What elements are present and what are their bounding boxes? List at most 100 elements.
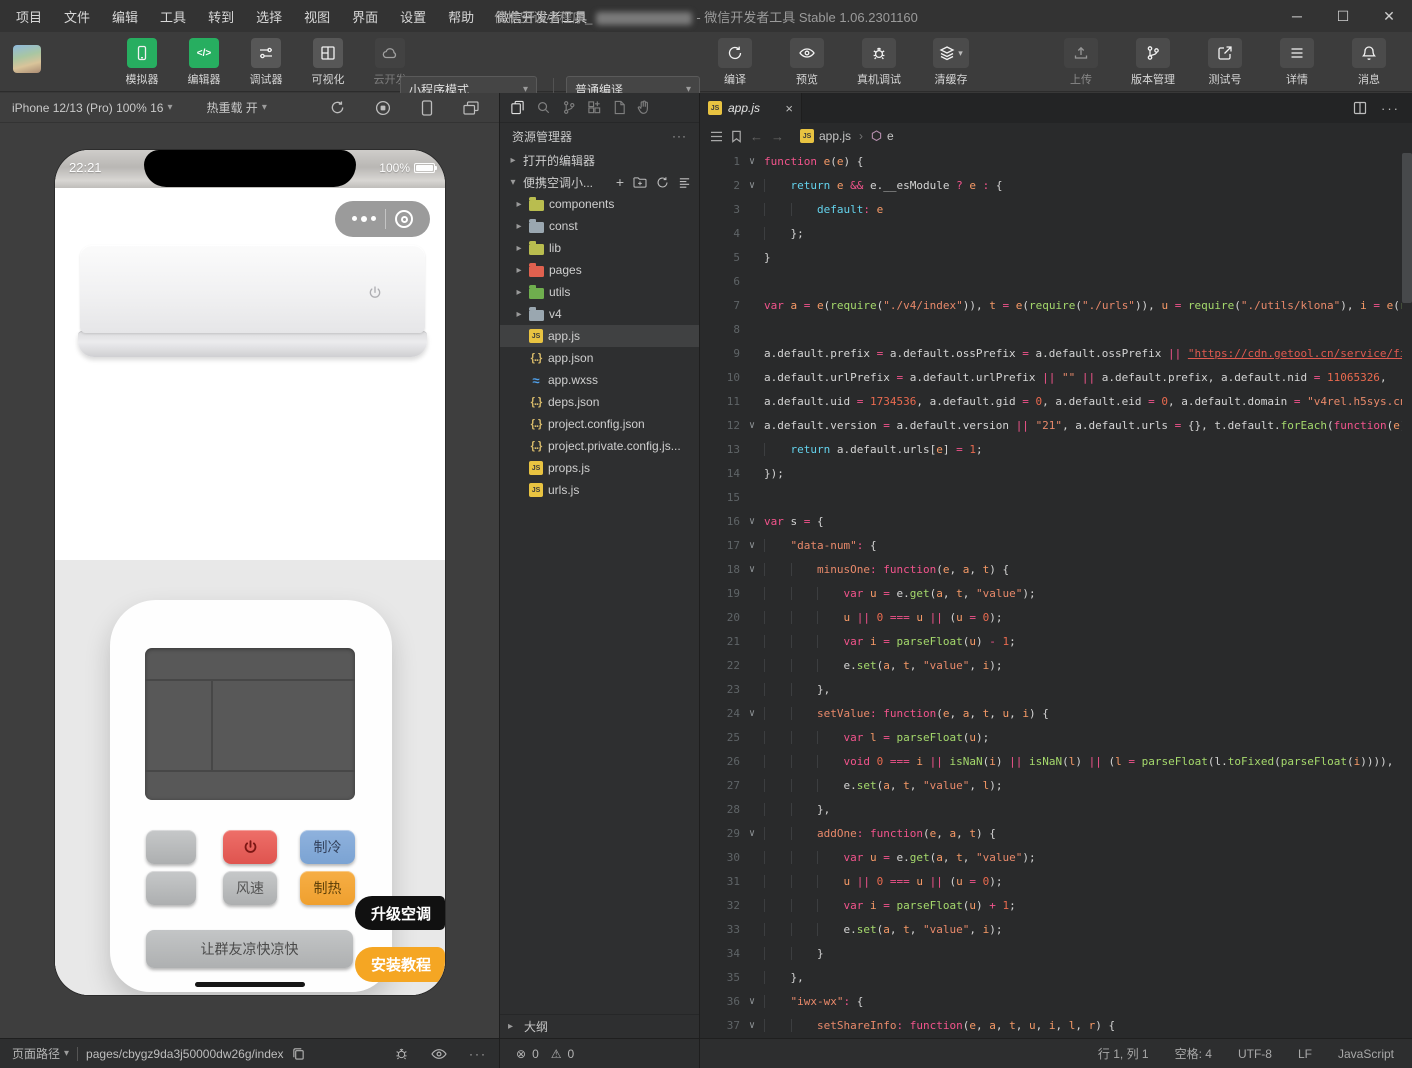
more-dots-icon[interactable]: ··· xyxy=(672,129,687,143)
breadcrumb-file[interactable]: JSapp.js xyxy=(800,129,851,143)
menu-item-项目[interactable]: 项目 xyxy=(16,7,42,26)
menu-item-转到[interactable]: 转到 xyxy=(208,7,234,26)
tree-item-pages[interactable]: ▸pages xyxy=(500,259,699,281)
power-button[interactable] xyxy=(223,830,277,864)
status-item[interactable]: LF xyxy=(1298,1047,1312,1061)
extensions-icon[interactable] xyxy=(587,100,602,115)
tree-item-urls.js[interactable]: JSurls.js xyxy=(500,479,699,501)
editor-scrollbar[interactable] xyxy=(1402,153,1412,303)
tree-item-project.config.json[interactable]: {..}project.config.json xyxy=(500,413,699,435)
user-avatar[interactable] xyxy=(13,45,41,73)
fold-chevron-icon[interactable]: ∨ xyxy=(740,180,764,191)
action-button-预览[interactable]: 预览 xyxy=(778,38,836,87)
open-editors-section[interactable]: ▸打开的编辑器 xyxy=(500,149,699,171)
code-area[interactable]: 1∨function e(e) {2∨ return e && e.__esMo… xyxy=(700,149,1402,1038)
close-button[interactable]: ✕ xyxy=(1366,0,1412,32)
heat-mode-button[interactable]: 制热 xyxy=(300,871,355,905)
close-icon[interactable]: × xyxy=(785,101,793,116)
mode-button-可视化[interactable]: 可视化 xyxy=(304,38,352,87)
close-circle-icon[interactable] xyxy=(395,210,413,228)
menu-item-选择[interactable]: 选择 xyxy=(256,7,282,26)
fold-chevron-icon[interactable]: ∨ xyxy=(740,420,764,431)
tree-item-lib[interactable]: ▸lib xyxy=(500,237,699,259)
maximize-button[interactable]: ☐ xyxy=(1320,0,1366,32)
menu-item-微信开发者工具[interactable]: 微信开发者工具 xyxy=(496,7,587,26)
fold-chevron-icon[interactable]: ∨ xyxy=(740,516,764,527)
back-arrow-icon[interactable]: ← xyxy=(750,129,763,144)
refresh-icon[interactable] xyxy=(656,176,669,189)
hot-reload-toggle[interactable]: 热重载 开▾ xyxy=(206,99,266,116)
menu-item-视图[interactable]: 视图 xyxy=(304,7,330,26)
split-editor-icon[interactable] xyxy=(1353,101,1367,115)
git-icon[interactable] xyxy=(562,100,576,115)
action-button-真机调试[interactable]: 真机调试 xyxy=(850,38,908,87)
status-item[interactable]: UTF-8 xyxy=(1238,1047,1272,1061)
blank-button-1[interactable] xyxy=(146,830,196,864)
tree-item-deps.json[interactable]: {..}deps.json xyxy=(500,391,699,413)
fold-chevron-icon[interactable]: ∨ xyxy=(740,1020,764,1031)
multi-window-icon[interactable] xyxy=(463,101,479,115)
new-file-icon[interactable]: + xyxy=(616,174,624,190)
menu-item-工具[interactable]: 工具 xyxy=(160,7,186,26)
tree-item-app.js[interactable]: JSapp.js xyxy=(500,325,699,347)
tree-item-app.json[interactable]: {..}app.json xyxy=(500,347,699,369)
outline-section[interactable]: ▸大纲 xyxy=(500,1014,699,1038)
toolbar-button-版本管理[interactable]: 版本管理 xyxy=(1124,38,1182,87)
mode-button-编辑器[interactable]: </>编辑器 xyxy=(180,38,228,87)
page-path-selector[interactable]: 页面路径▾ xyxy=(12,1045,69,1062)
wechat-capsule[interactable] xyxy=(335,201,430,237)
bookmark-icon[interactable] xyxy=(731,130,742,143)
fold-chevron-icon[interactable]: ∨ xyxy=(740,708,764,719)
upgrade-ac-pill[interactable]: 升级空调 xyxy=(355,896,445,930)
toolbar-button-消息[interactable]: 消息 xyxy=(1340,38,1398,87)
blank-button-2[interactable] xyxy=(146,871,196,905)
tree-item-project.private.config.js...[interactable]: {..}project.private.config.js... xyxy=(500,435,699,457)
phone-frame-icon[interactable] xyxy=(421,100,433,116)
action-button-编译[interactable]: 编译 xyxy=(706,38,764,87)
outline-list-icon[interactable] xyxy=(710,131,723,142)
fold-chevron-icon[interactable]: ∨ xyxy=(740,564,764,575)
tab-appjs[interactable]: JS app.js × xyxy=(700,93,802,123)
menu-item-帮助[interactable]: 帮助 xyxy=(448,7,474,26)
explorer-files-icon[interactable] xyxy=(510,100,525,115)
tree-item-app.wxss[interactable]: ≈app.wxss xyxy=(500,369,699,391)
record-icon[interactable] xyxy=(375,100,391,116)
rotate-icon[interactable] xyxy=(330,100,345,115)
fold-chevron-icon[interactable]: ∨ xyxy=(740,540,764,551)
minimize-button[interactable]: ─ xyxy=(1274,0,1320,32)
more-dots-icon[interactable]: ··· xyxy=(469,1047,487,1061)
install-tutorial-pill[interactable]: 安装教程 xyxy=(355,947,445,982)
toolbar-button-详情[interactable]: 详情 xyxy=(1268,38,1326,87)
new-folder-icon[interactable] xyxy=(633,176,647,188)
fold-chevron-icon[interactable]: ∨ xyxy=(740,828,764,839)
search-icon[interactable] xyxy=(536,100,551,115)
problems-bar[interactable]: ⊗0 ⚠0 xyxy=(500,1038,699,1068)
tree-item-components[interactable]: ▸components xyxy=(500,193,699,215)
status-item[interactable]: 行 1, 列 1 xyxy=(1098,1045,1149,1062)
toolbar-button-上传[interactable]: 上传 xyxy=(1052,38,1110,87)
tree-item-const[interactable]: ▸const xyxy=(500,215,699,237)
menu-item-界面[interactable]: 界面 xyxy=(352,7,378,26)
project-root[interactable]: ▾便携空调小... + xyxy=(500,171,699,193)
more-dots-icon[interactable] xyxy=(352,216,376,222)
eye-icon[interactable] xyxy=(431,1048,447,1060)
tree-item-props.js[interactable]: JSprops.js xyxy=(500,457,699,479)
cool-mode-button[interactable]: 制冷 xyxy=(300,830,355,864)
status-item[interactable]: JavaScript xyxy=(1338,1047,1394,1061)
fold-chevron-icon[interactable]: ∨ xyxy=(740,156,764,167)
debug-icon[interactable] xyxy=(394,1046,409,1061)
device-selector[interactable]: iPhone 12/13 (Pro) 100% 16▾ xyxy=(12,101,172,115)
fold-chevron-icon[interactable]: ∨ xyxy=(740,996,764,1007)
collapse-all-icon[interactable] xyxy=(678,176,691,189)
tree-item-v4[interactable]: ▸v4 xyxy=(500,303,699,325)
more-dots-icon[interactable]: ··· xyxy=(1381,101,1400,116)
hand-tool-icon[interactable] xyxy=(637,100,651,115)
menu-item-设置[interactable]: 设置 xyxy=(400,7,426,26)
tree-item-utils[interactable]: ▸utils xyxy=(500,281,699,303)
status-item[interactable]: 空格: 4 xyxy=(1175,1045,1212,1062)
mode-button-调试器[interactable]: 调试器 xyxy=(242,38,290,87)
share-cool-button[interactable]: 让群友凉快凉快 xyxy=(146,930,353,968)
copy-icon[interactable] xyxy=(292,1047,305,1060)
menu-item-文件[interactable]: 文件 xyxy=(64,7,90,26)
fan-speed-button[interactable]: 风速 xyxy=(223,871,277,905)
